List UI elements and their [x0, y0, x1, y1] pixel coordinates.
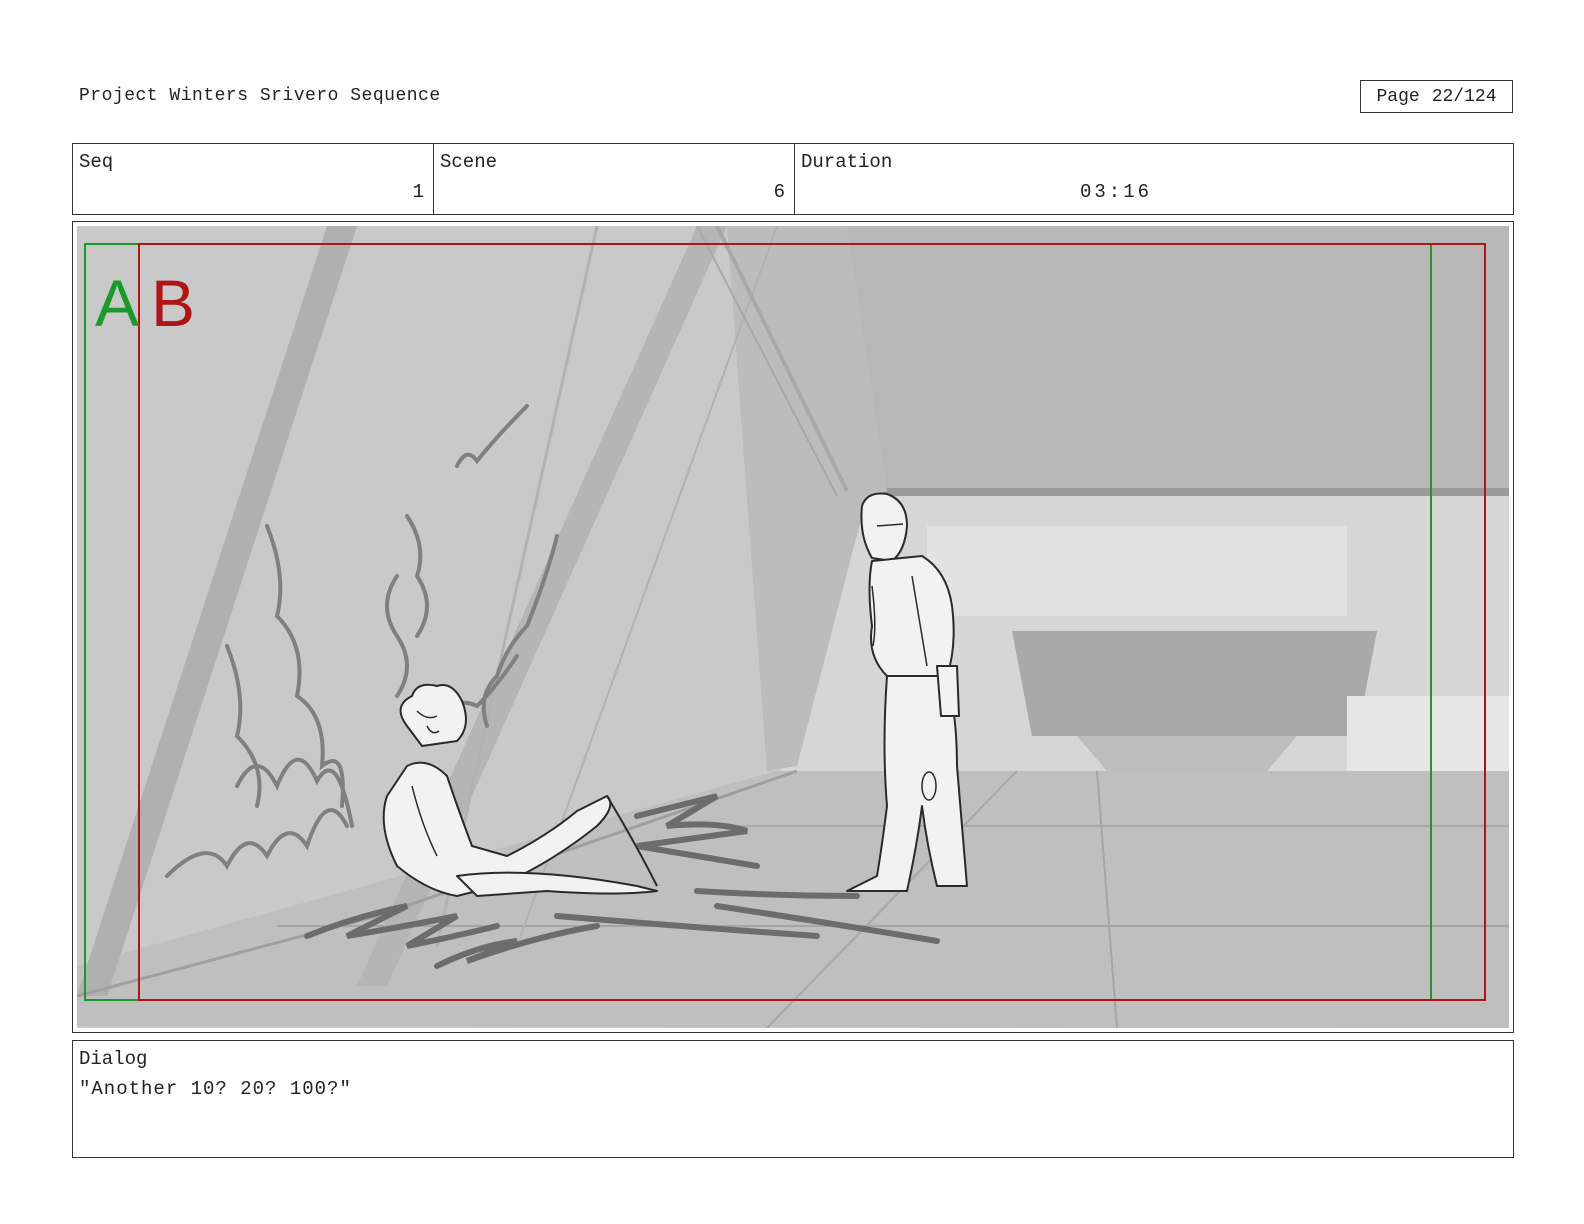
- page-label: Page: [1376, 86, 1420, 107]
- seq-cell: Seq 1: [73, 144, 434, 214]
- safe-frame-label-a: A: [95, 266, 139, 340]
- seq-value: 1: [412, 181, 425, 203]
- duration-label: Duration: [801, 151, 893, 173]
- page-indicator: Page 22/124: [1360, 80, 1513, 113]
- storyboard-panel: A B: [72, 221, 1514, 1033]
- dialog-box: Dialog "Another 10? 20? 100?": [72, 1040, 1514, 1158]
- dialog-label: Dialog: [79, 1048, 148, 1070]
- duration-cell: Duration 03:16: [795, 144, 1513, 214]
- dialog-line: "Another 10? 20? 100?": [79, 1078, 352, 1100]
- seq-label: Seq: [79, 151, 114, 173]
- duration-value: 03:16: [1080, 181, 1153, 203]
- safe-frame-label-b: B: [151, 266, 195, 340]
- page-number: 22/124: [1431, 86, 1497, 107]
- project-title: Project Winters Srivero Sequence: [79, 86, 441, 106]
- scene-value: 6: [773, 181, 786, 203]
- scene-cell: Scene 6: [434, 144, 795, 214]
- panel-sketch: A B: [77, 226, 1509, 1028]
- scene-label: Scene: [440, 151, 498, 173]
- shot-info-row: Seq 1 Scene 6 Duration 03:16: [72, 143, 1514, 215]
